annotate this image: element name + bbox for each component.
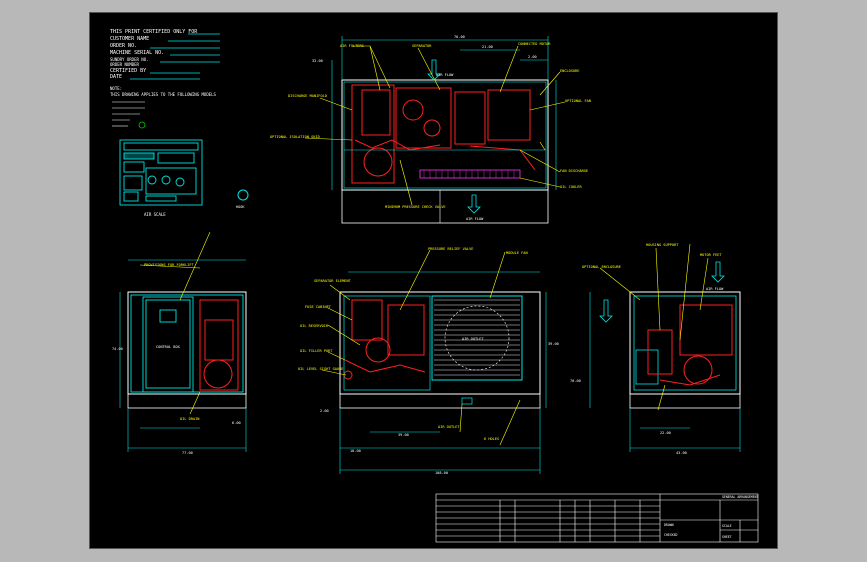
cert-line-4: MACHINE SERIAL NO. — [110, 50, 164, 56]
hook-label: HOOK — [236, 205, 245, 209]
label-fan-discharge: FAN DISCHARGE — [560, 169, 588, 173]
label-optional-fan: OPTIONAL FAN — [565, 99, 591, 103]
dim-mid-e: 39.00 — [548, 342, 559, 346]
label-housing-support: HOUSING SUPPORT — [646, 243, 679, 247]
drawing-viewport: THIS PRINT CERTIFIED ONLY FOR CUSTOMER N… — [0, 0, 867, 562]
label-optional-enclosure: OPTIONAL ENCLOSURE — [582, 265, 621, 269]
label-separator: SEPARATOR — [412, 44, 432, 48]
label-optional-isolation: OPTIONAL ISOLATION SKID — [270, 135, 320, 139]
control-panel-detail — [119, 139, 203, 206]
dim-mid-a: 18.00 — [350, 449, 361, 453]
dim-mid-b: 39.00 — [398, 433, 409, 437]
dim-mid-d: 2.00 — [320, 409, 329, 413]
label-control-box: CONTROL BOX — [156, 345, 181, 349]
label-forklift: PROVISIONS FOR FORKLIFT — [144, 263, 195, 267]
top-view: AIR FILTERS SEPARATOR CONNECTED MOTOR DI… — [270, 35, 591, 224]
label-pressure-relief: PRESSURE RELIEF VALVE — [428, 247, 473, 251]
cert-line-8: DATE — [110, 74, 122, 80]
label-enclosure: ENCLOSURE — [560, 69, 579, 73]
dim-top-c: 2.00 — [528, 55, 537, 59]
label-oil-filler: OIL FILLER PORT — [300, 349, 333, 353]
note-heading: NOTE: — [110, 86, 122, 91]
label-separator-element: SEPARATOR ELEMENT — [314, 279, 352, 283]
label-oil-drain: OIL DRAIN — [180, 417, 199, 421]
label-module-fan: MODULE FAN — [506, 251, 528, 255]
cert-line-1: THIS PRINT CERTIFIED ONLY FOR — [110, 29, 198, 35]
airflow-arrow-icon — [467, 194, 481, 214]
label-oil-reservoir: OIL RESERVOIR — [300, 324, 329, 328]
label-air-flow-mid: AIR FLOW — [466, 217, 484, 221]
label-air-filters: AIR FILTERS — [340, 44, 364, 48]
certification-block: THIS PRINT CERTIFIED ONLY FOR CUSTOMER N… — [110, 29, 198, 80]
dim-top-a: 76.00 — [454, 35, 465, 39]
label-air-flow-top: AIR FLOW — [436, 73, 454, 77]
label-fuse-cabinet: FUSE CABINET — [305, 305, 332, 309]
title-block — [435, 493, 759, 543]
lifting-hook-icon — [237, 189, 249, 201]
dim-front-width: 77.00 — [182, 451, 193, 455]
notes-block: NOTE: THIS DRAWING APPLIES TO THE FOLLOW… — [110, 86, 217, 97]
label-discharge-manifold: DISCHARGE MANIFOLD — [288, 94, 327, 98]
title-sheet: SHEET — [722, 535, 732, 539]
label-air-outlet: AIR OUTLET — [438, 425, 460, 429]
side-view-fan: PRESSURE RELIEF VALVE MODULE FAN SEPARAT… — [298, 247, 559, 475]
dim-front-height: 74.00 — [112, 347, 123, 351]
front-view: PROVISIONS FOR FORKLIFT OIL DRAIN CONTRO… — [112, 231, 247, 455]
dim-right-small: 22.00 — [660, 431, 671, 435]
oil-cooler-hatch — [419, 169, 521, 179]
label-fan-grille: AIR OUTLET — [462, 337, 484, 341]
label-min-pressure-valve: MINIMUM PRESSURE CHECK VALVE — [385, 205, 446, 209]
cert-line-2: CUSTOMER NAME — [110, 36, 149, 42]
title-checked: CHECKED — [664, 533, 678, 537]
panel-caption: AIR SCALE — [144, 212, 166, 217]
title-scale: SCALE — [722, 524, 732, 528]
dim-front-small: 6.00 — [232, 421, 241, 425]
end-view: OPTIONAL ENCLOSURE HOUSING SUPPORT MOTOR… — [570, 243, 741, 455]
cert-line-6: ORDER NUMBER — [110, 62, 139, 67]
dim-side: 33.00 — [312, 59, 323, 63]
airflow-arrow-icon — [599, 299, 613, 323]
revision-bubble-icon — [138, 121, 146, 129]
cad-drawing: THIS PRINT CERTIFIED ONLY FOR CUSTOMER N… — [110, 29, 759, 543]
dim-mid-c: 108.00 — [435, 471, 448, 475]
dim-right-height: 70.00 — [570, 379, 581, 383]
label-oil-level: OIL LEVEL SIGHT GAUGE — [298, 367, 343, 371]
title-block-heading: GENERAL ARRANGEMENT — [722, 495, 759, 499]
airflow-arrow-icon — [711, 261, 725, 283]
label-connected-motor: CONNECTED MOTOR — [518, 42, 551, 46]
dim-top-b: 21.00 — [482, 45, 493, 49]
label-motor-feet: MOTOR FEET — [700, 253, 722, 257]
cert-line-3: ORDER NO. — [110, 43, 137, 49]
label-holes: 6 HOLES — [484, 437, 499, 441]
title-drawn: DRAWN — [664, 523, 674, 527]
label-oil-cooler: OIL COOLER — [560, 185, 582, 189]
label-right-air-flow: AIR FLOW — [706, 287, 724, 291]
note-text: THIS DRAWING APPLIES TO THE FOLLOWING MO… — [110, 92, 217, 97]
dim-right-width: 43.00 — [676, 451, 687, 455]
